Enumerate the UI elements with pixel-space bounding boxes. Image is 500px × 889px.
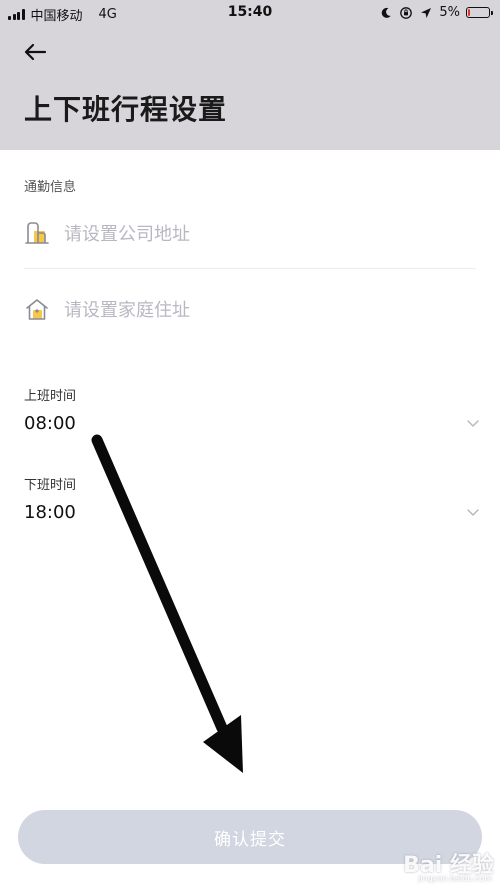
back-button[interactable] xyxy=(20,38,50,66)
work-start-value: 08:00 xyxy=(24,412,76,434)
work-start-label: 上班时间 xyxy=(24,389,77,404)
battery-fill xyxy=(468,9,470,16)
location-arrow-icon xyxy=(421,7,432,18)
baidu-jingyan-watermark: Bai 经验 jingyan.baidu.com xyxy=(398,847,494,883)
status-bar-right: 5% xyxy=(379,5,493,20)
chevron-down-icon xyxy=(467,509,479,516)
moon-icon xyxy=(382,7,392,18)
watermark-url: jingyan.baidu.com xyxy=(418,874,492,883)
battery-percent: 5% xyxy=(439,5,460,20)
company-address-placeholder: 请设置公司地址 xyxy=(64,224,190,245)
status-bar: 中国移动 4G 15:40 5% xyxy=(0,0,500,26)
battery-icon xyxy=(466,7,493,18)
arrow-left-icon xyxy=(24,43,47,61)
company-address-row[interactable]: 请设置公司地址 xyxy=(24,213,476,253)
header: 中国移动 4G 15:40 5% 上下班行程设置 xyxy=(0,0,500,150)
page-title: 上下班行程设置 xyxy=(24,93,228,126)
chevron-down-icon xyxy=(467,420,479,427)
work-end-label: 下班时间 xyxy=(24,478,77,493)
work-end-value: 18:00 xyxy=(24,501,76,523)
commute-section-label: 通勤信息 xyxy=(24,180,77,195)
address-divider xyxy=(24,268,476,269)
home-icon xyxy=(26,299,48,320)
work-start-select[interactable]: 08:00 xyxy=(24,408,480,438)
office-building-icon xyxy=(25,222,49,244)
rotation-lock-icon xyxy=(400,6,413,19)
home-address-row[interactable]: 请设置家庭住址 xyxy=(24,289,476,329)
work-end-select[interactable]: 18:00 xyxy=(24,497,480,527)
home-address-placeholder: 请设置家庭住址 xyxy=(64,300,190,321)
